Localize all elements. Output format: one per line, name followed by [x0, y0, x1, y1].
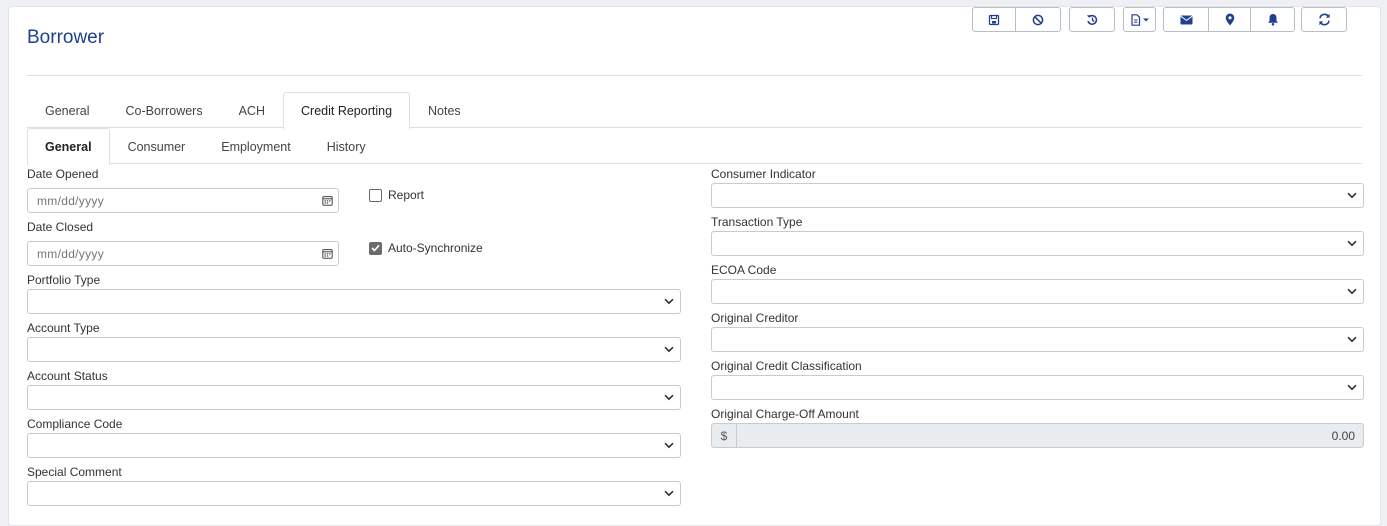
- date-closed-label: Date Closed: [27, 220, 94, 234]
- transaction-type-select[interactable]: [711, 231, 1364, 256]
- subtab-history[interactable]: History: [309, 128, 384, 164]
- borrower-panel: Borrower General Co-Borrowers ACH Credit…: [8, 6, 1381, 526]
- history-icon: [1086, 14, 1097, 25]
- original-charge-off-amount-field: $ 0.00: [711, 423, 1364, 448]
- history-button[interactable]: [1070, 8, 1114, 31]
- original-creditor-label: Original Creditor: [711, 311, 799, 325]
- page-title: Borrower: [27, 27, 105, 48]
- consumer-indicator-label: Consumer Indicator: [711, 167, 816, 181]
- chevron-down-icon: [664, 346, 674, 353]
- portfolio-type-select[interactable]: [27, 289, 681, 314]
- original-credit-classification-select[interactable]: [711, 375, 1364, 400]
- tab-general[interactable]: General: [27, 92, 107, 128]
- ecoa-code-select[interactable]: [711, 279, 1364, 304]
- subtab-consumer[interactable]: Consumer: [110, 128, 204, 164]
- report-label: Report: [388, 188, 425, 202]
- original-charge-off-amount-label: Original Charge-Off Amount: [711, 407, 859, 421]
- date-opened-field: [27, 188, 339, 213]
- subtab-general[interactable]: General: [27, 128, 110, 165]
- original-creditor-select[interactable]: [711, 327, 1364, 352]
- checkmark-icon: [371, 244, 380, 252]
- auto-sync-label: Auto-Synchronize: [388, 241, 483, 255]
- tab-credit-reporting[interactable]: Credit Reporting: [283, 92, 411, 129]
- date-opened-input[interactable]: [28, 192, 316, 209]
- document-group: [1123, 7, 1156, 32]
- report-checkbox[interactable]: [369, 188, 382, 202]
- account-status-select[interactable]: [27, 385, 681, 410]
- bell-icon: [1267, 14, 1278, 26]
- location-button[interactable]: [1209, 8, 1251, 31]
- chevron-down-icon: [664, 298, 674, 305]
- chevron-down-icon: [1347, 240, 1357, 247]
- chevron-down-icon: [1347, 336, 1357, 343]
- auto-sync-checkbox-row: Auto-Synchronize: [369, 241, 483, 255]
- date-closed-field: [27, 241, 339, 266]
- tab-co-borrowers[interactable]: Co-Borrowers: [107, 92, 220, 128]
- date-closed-input[interactable]: [28, 245, 316, 262]
- account-type-label: Account Type: [27, 321, 100, 335]
- document-icon: [1130, 13, 1149, 26]
- calendar-icon[interactable]: [316, 195, 338, 206]
- currency-prefix: $: [712, 424, 737, 447]
- date-opened-label: Date Opened: [27, 167, 99, 181]
- ecoa-code-label: ECOA Code: [711, 263, 777, 277]
- refresh-button[interactable]: [1302, 8, 1346, 31]
- tab-ach[interactable]: ACH: [221, 92, 283, 128]
- chevron-down-icon: [664, 442, 674, 449]
- original-credit-classification-label: Original Credit Classification: [711, 359, 862, 373]
- main-tabs: General Co-Borrowers ACH Credit Reportin…: [27, 92, 1362, 129]
- chevron-down-icon: [664, 490, 674, 497]
- auto-sync-checkbox[interactable]: [369, 241, 382, 255]
- history-group: [1069, 7, 1115, 32]
- save-cancel-group: [972, 7, 1061, 32]
- original-charge-off-amount-value: 0.00: [1331, 428, 1355, 443]
- chevron-down-icon: [1347, 384, 1357, 391]
- notification-button[interactable]: [1251, 8, 1294, 31]
- calendar-icon[interactable]: [316, 248, 338, 259]
- report-checkbox-row: Report: [369, 188, 424, 202]
- tab-notes[interactable]: Notes: [410, 92, 479, 128]
- envelope-icon: [1180, 15, 1192, 24]
- save-icon: [988, 14, 1000, 25]
- map-pin-icon: [1225, 13, 1234, 26]
- email-button[interactable]: [1164, 8, 1209, 31]
- account-type-select[interactable]: [27, 337, 681, 362]
- special-comment-label: Special Comment: [27, 465, 122, 479]
- document-dropdown-button[interactable]: [1124, 8, 1155, 31]
- cancel-icon: [1032, 14, 1044, 25]
- transaction-type-label: Transaction Type: [711, 215, 803, 229]
- cancel-button[interactable]: [1016, 8, 1060, 31]
- chevron-down-icon: [1347, 288, 1357, 295]
- header-divider: [27, 75, 1362, 76]
- subtab-employment[interactable]: Employment: [203, 128, 308, 164]
- save-button[interactable]: [973, 8, 1016, 31]
- refresh-group: [1301, 7, 1347, 32]
- chevron-down-icon: [664, 394, 674, 401]
- contact-group: [1163, 7, 1295, 32]
- special-comment-select[interactable]: [27, 481, 681, 506]
- portfolio-type-label: Portfolio Type: [27, 273, 101, 287]
- chevron-down-icon: [1347, 192, 1357, 199]
- sub-tabs: General Consumer Employment History: [27, 128, 1362, 165]
- account-status-label: Account Status: [27, 369, 108, 383]
- refresh-icon: [1318, 13, 1330, 26]
- compliance-code-select[interactable]: [27, 433, 681, 458]
- compliance-code-label: Compliance Code: [27, 417, 123, 431]
- consumer-indicator-select[interactable]: [711, 183, 1364, 208]
